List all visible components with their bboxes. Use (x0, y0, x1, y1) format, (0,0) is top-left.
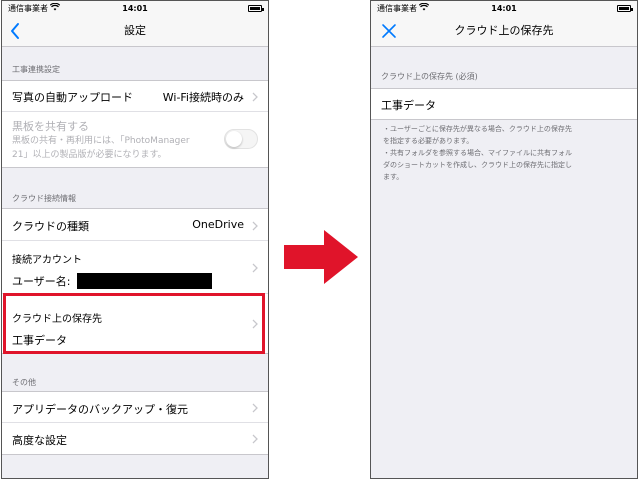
nav-bar: クラウド上の保存先 (371, 16, 637, 47)
redacted-username (77, 273, 212, 289)
nav-bar: 設定 (2, 16, 268, 47)
help-note-line: ダのショートカットを作成し、クラウド上の保存先に指定し (383, 161, 572, 169)
save-destination-value: 工事データ (12, 334, 67, 347)
save-destination-row[interactable]: クラウド上の保存先 工事データ (2, 294, 268, 353)
advanced-settings-row[interactable]: 高度な設定 (2, 423, 268, 454)
status-bar: 通信事業者 14:01 (2, 1, 268, 16)
save-destination-screen: 通信事業者 14:01 クラウド上の保存先 クラウド上の保存先 (必須) 工事デ… (370, 0, 638, 479)
auto-upload-label: 写真の自動アップロード (12, 91, 133, 104)
cloud-settings-group: クラウドの種類 OneDrive 接続アカウント ユーザー名: クラウド上の保存… (2, 208, 268, 354)
share-board-row: 黒板を共有する 黒板の共有・再利用には、「PhotoManager 21」以上の… (2, 112, 268, 167)
battery-icon (617, 5, 633, 12)
chevron-right-icon (252, 403, 258, 413)
save-destination-field-group: 工事データ (371, 88, 637, 120)
help-note-line: ・ユーザーごとに保存先が異なる場合、クラウド上の保存先 (383, 125, 572, 133)
username-label: ユーザー名: (12, 275, 71, 288)
section-header-save-destination: クラウド上の保存先 (必須) (381, 72, 478, 81)
help-note-line: ます。 (383, 173, 404, 181)
advanced-settings-label: 高度な設定 (12, 434, 67, 447)
help-note-line: ・共有フォルダを参照する場合、マイファイルに共有フォル (383, 149, 572, 157)
chevron-right-icon (252, 92, 258, 102)
cloud-type-value: OneDrive (192, 218, 244, 231)
cloud-type-label: クラウドの種類 (12, 220, 89, 233)
chevron-right-icon (252, 434, 258, 444)
share-board-desc-line2: 21」以上の製品版が必要になります。 (12, 150, 167, 160)
page-title: クラウド上の保存先 (454, 24, 554, 37)
section-header-construction: 工事連携設定 (12, 65, 60, 74)
status-bar: 通信事業者 14:01 (371, 1, 637, 16)
backup-label: アプリデータのバックアップ・復元 (12, 403, 188, 416)
account-row[interactable]: 接続アカウント ユーザー名: (2, 241, 268, 294)
account-label: 接続アカウント (12, 255, 82, 266)
battery-icon (248, 5, 264, 12)
page-title: 設定 (124, 24, 146, 37)
share-board-desc-line1: 黒板の共有・再利用には、「PhotoManager (12, 136, 190, 146)
section-header-other: その他 (12, 378, 36, 387)
share-board-toggle[interactable] (224, 129, 258, 149)
other-settings-group: アプリデータのバックアップ・復元 高度な設定 (2, 391, 268, 455)
section-header-cloud: クラウド接続情報 (12, 194, 76, 203)
chevron-right-icon (252, 221, 258, 231)
right-arrow-icon (284, 230, 358, 284)
settings-screen: 通信事業者 14:01 設定 工事連携設定 写真の自動アップロード Wi-Fi接… (1, 0, 269, 479)
toggle-knob (226, 131, 242, 147)
clock: 14:01 (122, 4, 148, 13)
chevron-right-icon (252, 263, 258, 273)
help-note: ・ユーザーごとに保存先が異なる場合、クラウド上の保存先 を指定する必要があります… (383, 123, 631, 183)
chevron-right-icon (252, 319, 258, 329)
cloud-type-row[interactable]: クラウドの種類 OneDrive (2, 209, 268, 241)
save-destination-input[interactable]: 工事データ (381, 97, 436, 113)
clock: 14:01 (491, 4, 517, 13)
auto-upload-value: Wi-Fi接続時のみ (162, 91, 244, 104)
share-board-label: 黒板を共有する (12, 120, 89, 133)
construction-settings-group: 写真の自動アップロード Wi-Fi接続時のみ 黒板を共有する 黒板の共有・再利用… (2, 80, 268, 168)
help-note-line: を指定する必要があります。 (383, 137, 474, 145)
auto-upload-row[interactable]: 写真の自動アップロード Wi-Fi接続時のみ (2, 81, 268, 112)
save-destination-label: クラウド上の保存先 (12, 314, 102, 325)
backup-row[interactable]: アプリデータのバックアップ・復元 (2, 392, 268, 423)
